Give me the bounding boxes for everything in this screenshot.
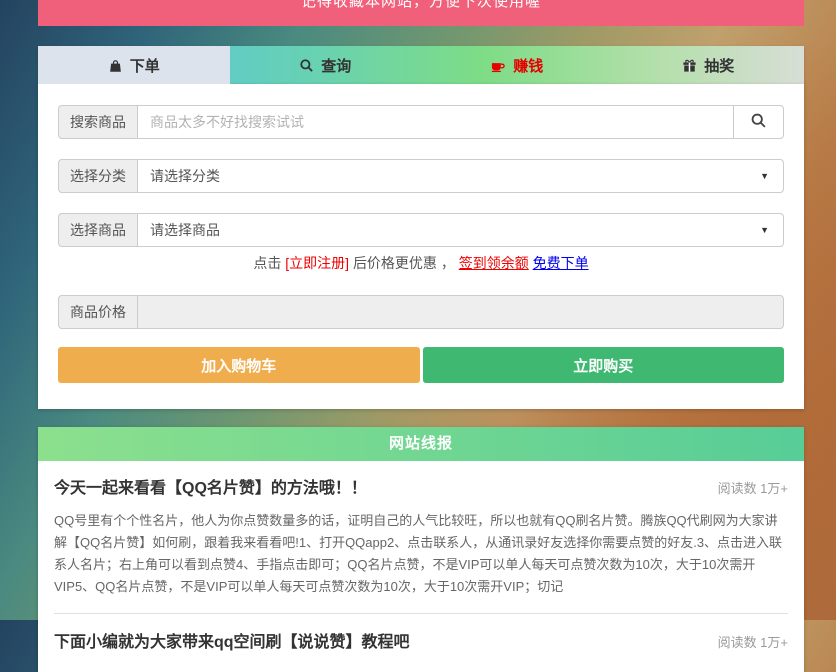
product-select-value: 请选择商品 [150,214,220,246]
register-link[interactable]: [立即注册] [285,255,349,271]
tab-order[interactable]: 下单 [38,46,230,84]
search-row-label: 搜索商品 [58,105,137,139]
gift-icon [682,58,697,73]
tab-query-label: 查询 [321,55,351,76]
article-body-text: QQ号里有个个性名片，他人为你点赞数量多的话，证明自己的人气比较旺，所以也就有Q… [54,510,788,598]
tab-query[interactable]: 查询 [230,46,422,84]
article-title-row: 今天一起来看看【QQ名片赞】的方法哦！！ 阅读数 1万+ [54,474,788,498]
article-item: 下面小编就为大家带来qq空间刷【说说赞】教程吧 阅读数 1万+ [54,628,788,652]
chevron-down-icon: ▼ [760,160,769,192]
action-buttons: 加入购物车 立即购买 [58,347,784,383]
category-select[interactable]: 请选择分类 ▼ [137,159,784,193]
article-views: 阅读数 1万+ [718,632,788,651]
search-row: 搜索商品 [58,105,784,139]
category-row: 选择分类 请选择分类 ▼ [58,159,784,193]
main-container: 记得收藏本网站，方便下次使用喔 下单 查询 赚钱 抽奖 [38,0,804,672]
tab-earn[interactable]: 赚钱 [421,46,613,84]
top-banner: 记得收藏本网站，方便下次使用喔 [38,0,804,26]
price-row: 商品价格 [58,295,784,329]
promo-text: 点击 [立即注册] 后价格更优惠 ， 签到领余额 免费下单 [58,253,784,273]
shopping-bag-icon [108,58,123,73]
search-button[interactable] [734,105,784,139]
add-to-cart-button[interactable]: 加入购物车 [58,347,420,383]
promo-middle: 后价格更优惠 ， [353,255,455,271]
article-item: 今天一起来看看【QQ名片赞】的方法哦！！ 阅读数 1万+ QQ号里有个个性名片，… [54,474,788,598]
coffee-cup-icon [490,58,506,73]
product-row-label: 选择商品 [58,213,137,247]
news-header: 网站线报 [38,427,804,461]
banner-text: 记得收藏本网站，方便下次使用喔 [38,0,804,12]
article-title[interactable]: 下面小编就为大家带来qq空间刷【说说赞】教程吧 [54,628,410,652]
chevron-down-icon: ▼ [760,214,769,246]
tab-earn-label: 赚钱 [513,55,543,76]
tab-order-label: 下单 [130,55,160,76]
product-select[interactable]: 请选择商品 ▼ [137,213,784,247]
article-title-row: 下面小编就为大家带来qq空间刷【说说赞】教程吧 阅读数 1万+ [54,628,788,652]
tab-lottery[interactable]: 抽奖 [613,46,805,84]
category-select-value: 请选择分类 [150,160,220,192]
news-body: 今天一起来看看【QQ名片赞】的方法哦！！ 阅读数 1万+ QQ号里有个个性名片，… [38,461,804,672]
buy-now-button[interactable]: 立即购买 [423,347,785,383]
search-icon [750,112,767,132]
article-title[interactable]: 今天一起来看看【QQ名片赞】的方法哦！！ [54,474,367,498]
free-order-link[interactable]: 免费下单 [533,255,589,271]
article-views: 阅读数 1万+ [718,478,788,497]
search-input[interactable] [137,105,734,139]
promo-prefix: 点击 [253,255,281,271]
price-input [137,295,784,329]
signin-balance-link[interactable]: 签到领余额 [459,255,529,271]
order-form-card: 搜索商品 选择分类 请选择分类 ▼ 选择商品 请选择商品 ▼ 点击 [38,84,804,409]
tab-lottery-label: 抽奖 [704,55,734,76]
divider [54,613,788,614]
price-row-label: 商品价格 [58,295,137,329]
search-icon [299,58,314,73]
product-row: 选择商品 请选择商品 ▼ [58,213,784,247]
news-card: 网站线报 今天一起来看看【QQ名片赞】的方法哦！！ 阅读数 1万+ QQ号里有个… [38,427,804,672]
category-row-label: 选择分类 [58,159,137,193]
tab-bar: 下单 查询 赚钱 抽奖 [38,46,804,84]
